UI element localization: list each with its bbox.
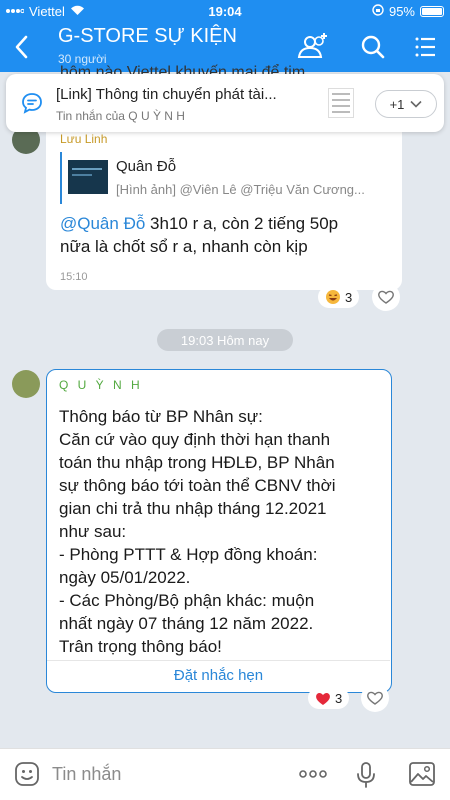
quoted-sender: Quân Đỗ (116, 158, 177, 175)
pinned-more-count: +1 (389, 96, 405, 112)
heart-outline-icon (378, 290, 394, 304)
battery-icon (420, 6, 444, 17)
haha-emoji-icon (326, 290, 340, 304)
announcement-line: gian chi trả thu nhập tháng 12.2021 (59, 499, 327, 518)
more-options-button[interactable] (298, 763, 328, 790)
set-reminder-button[interactable]: Đặt nhắc hẹn (47, 667, 390, 684)
list-menu-icon (415, 37, 435, 57)
search-button[interactable] (356, 30, 390, 64)
message-line: nữa là chốt sổ r a, nhanh còn kịp (60, 237, 308, 256)
sender-name[interactable]: Q U Ỳ N H (59, 378, 143, 392)
quoted-message[interactable]: Quân Đỗ [Hình ảnh] @Viên Lê @Triệu Văn C… (60, 152, 390, 204)
message-composer: Tin nhắn (0, 748, 450, 800)
announcement-line: toán thu nhập trong HĐLĐ, BP Nhân (59, 453, 335, 472)
emoji-icon (15, 762, 39, 786)
message-line: 3h10 r a, còn 2 tiếng 50p (150, 214, 339, 233)
add-member-button[interactable] (296, 30, 330, 64)
reaction-count: 3 (345, 289, 353, 305)
back-button[interactable] (10, 32, 36, 62)
announcement-line: Căn cứ vào quy định thời hạn thanh (59, 430, 331, 449)
like-button[interactable] (361, 684, 389, 712)
status-bar: Viettel 19:04 95% (0, 0, 450, 22)
pinned-thumbnail (328, 88, 354, 118)
voice-message-button[interactable] (354, 761, 378, 794)
more-dots-icon (299, 770, 327, 778)
reaction-summary[interactable]: 3 (318, 286, 360, 308)
announcement-line: ngày 05/01/2022. (59, 568, 191, 587)
announcement-body: Thông báo từ BP Nhân sự: Căn cứ vào quy … (59, 405, 389, 658)
pinned-message-banner[interactable]: [Link] Thông tin chuyển phát tài... Tin … (6, 74, 444, 132)
announcement-line: sự thông báo tới toàn thể CBNV thời (59, 476, 336, 495)
heart-icon (316, 692, 330, 705)
message-time: 15:10 (60, 271, 88, 283)
divider (47, 660, 390, 661)
quoted-text: [Hình ảnh] @Viên Lê @Triệu Văn Cương... (116, 182, 365, 197)
avatar[interactable] (12, 370, 40, 398)
group-title[interactable]: G-STORE SỰ KIỆN (58, 25, 237, 48)
announcement-line: nhất ngày 07 tháng 12 năm 2022. (59, 614, 314, 633)
menu-button[interactable] (410, 30, 444, 64)
battery-percent: 95% (388, 4, 415, 19)
like-button[interactable] (372, 283, 400, 311)
announcement-line: như sau: (59, 522, 127, 541)
announcement-line: Trân trọng thông báo! (59, 637, 222, 656)
pinned-more-button[interactable]: +1 (375, 90, 437, 118)
chevron-left-icon (15, 35, 28, 59)
mention-link[interactable]: @Quân Đỗ (60, 214, 145, 233)
pinned-subtitle: Tin nhắn của Q U Ỳ N H (56, 109, 185, 123)
message-text: @Quân Đỗ 3h10 r a, còn 2 tiếng 50p (60, 213, 338, 235)
image-icon (409, 762, 435, 786)
chevron-down-icon (410, 100, 422, 108)
pinned-title: [Link] Thông tin chuyển phát tài... (56, 86, 277, 103)
add-user-icon (297, 33, 327, 58)
sender-name[interactable]: Lưu Linh (60, 132, 107, 146)
announcement-line: Thông báo từ BP Nhân sự: (59, 407, 263, 426)
reaction-count: 3 (335, 690, 343, 706)
message-input[interactable]: Tin nhắn (52, 764, 121, 785)
time-divider: 19:03 Hôm nay (157, 329, 293, 351)
reaction-summary[interactable]: 3 (308, 687, 350, 709)
announcement-line: - Các Phòng/Bộ phận khác: muộn (59, 591, 315, 610)
sticker-button[interactable] (14, 761, 40, 792)
announcement-line: - Phòng PTTT & Hợp đồng khoán: (59, 545, 318, 564)
chat-bubble-icon (20, 91, 44, 120)
quoted-image-thumbnail (68, 160, 108, 194)
lock-rotation-icon (372, 4, 384, 19)
heart-outline-icon (367, 691, 383, 705)
microphone-icon (357, 762, 375, 788)
search-icon (361, 35, 385, 59)
announcement-message[interactable]: Q U Ỳ N H Thông báo từ BP Nhân sự: Căn c… (46, 369, 392, 693)
gallery-button[interactable] (408, 761, 436, 792)
